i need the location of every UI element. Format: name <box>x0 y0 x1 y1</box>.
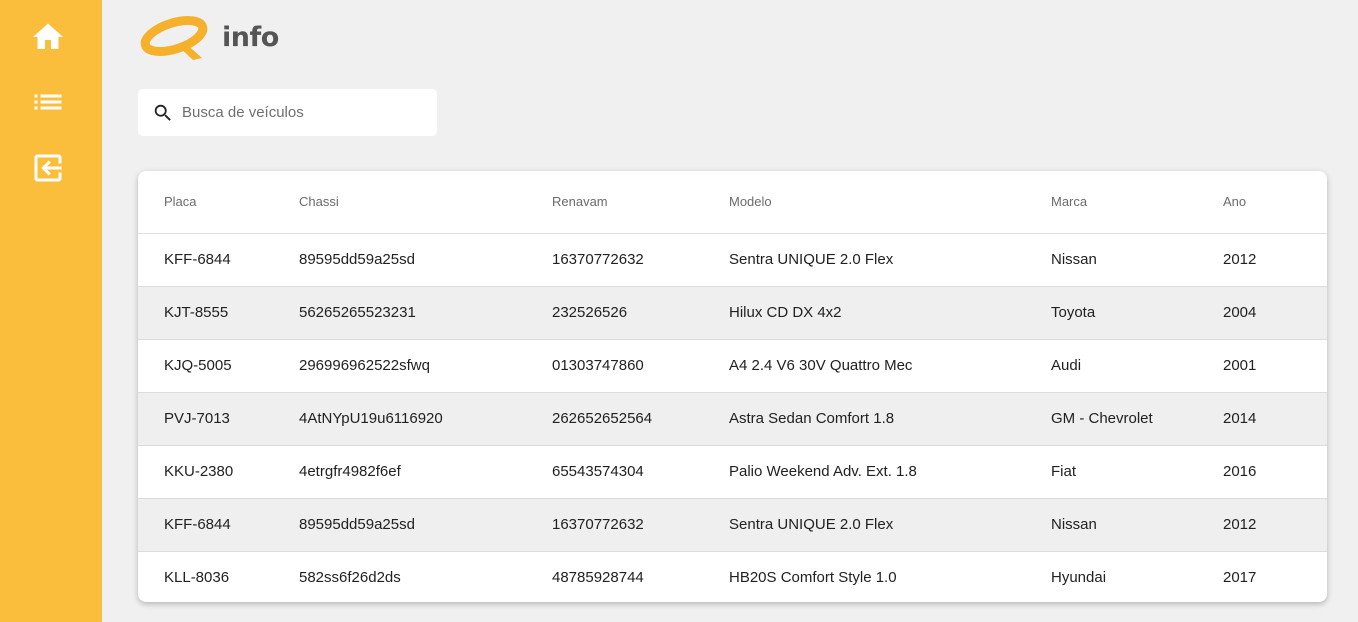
table-row[interactable]: KFF-6844 89595dd59a25sd 16370772632 Sent… <box>138 233 1327 287</box>
logout-button[interactable] <box>28 148 68 188</box>
cell-renavam: 232526526 <box>526 286 703 340</box>
table-row[interactable]: KFF-6844 89595dd59a25sd 16370772632 Sent… <box>138 498 1327 552</box>
cell-modelo: Palio Weekend Adv. Ext. 1.8 <box>703 445 1025 499</box>
cell-marca: Toyota <box>1025 286 1197 340</box>
header-renavam[interactable]: Renavam <box>526 171 703 234</box>
table-header-row: Placa Chassi Renavam Modelo Marca Ano <box>138 171 1327 234</box>
table-row[interactable]: KLL-8036 582ss6f26d2ds 48785928744 HB20S… <box>138 551 1327 602</box>
list-icon <box>34 94 62 110</box>
cell-marca: Fiat <box>1025 445 1197 499</box>
cell-marca: Hyundai <box>1051 569 1107 587</box>
cell-marca: Audi <box>1025 339 1197 393</box>
cell-renavam: 16370772632 <box>526 233 703 287</box>
cell-ano: 2001 <box>1197 339 1327 393</box>
app-logo: info <box>138 12 279 62</box>
home-button[interactable] <box>28 17 68 57</box>
cell-placa: KFF-6844 <box>138 233 273 287</box>
cell-ano: 2012 <box>1197 233 1327 287</box>
header-marca[interactable]: Marca <box>1025 171 1197 234</box>
cell-renavam: 01303747860 <box>526 339 703 393</box>
cell-chassi: 89595dd59a25sd <box>273 233 526 287</box>
cell-placa: KJQ-5005 <box>138 339 273 393</box>
cell-renavam: 48785928744 <box>552 569 644 587</box>
cell-placa: KFF-6844 <box>138 498 273 552</box>
vehicle-table: Placa Chassi Renavam Modelo Marca Ano KF… <box>138 171 1327 602</box>
logo-text: info <box>222 21 279 53</box>
cell-chassi: 4AtNYpU19u6116920 <box>273 392 526 446</box>
sidebar <box>0 0 102 622</box>
table-row[interactable]: KJT-8555 56265265523231 232526526 Hilux … <box>138 286 1327 340</box>
search-input[interactable] <box>182 104 422 121</box>
table-row[interactable]: KKU-2380 4etrgfr4982f6ef 65543574304 Pal… <box>138 445 1327 499</box>
cell-placa: PVJ-7013 <box>138 392 273 446</box>
cell-marca: Nissan <box>1025 498 1197 552</box>
cell-ano: 2014 <box>1197 392 1327 446</box>
cell-ano: 2012 <box>1197 498 1327 552</box>
cell-modelo: HB20S Comfort Style 1.0 <box>729 569 897 587</box>
cell-ano: 2004 <box>1197 286 1327 340</box>
search-bar[interactable] <box>138 89 437 136</box>
header-modelo[interactable]: Modelo <box>703 171 1025 234</box>
cell-chassi: 4etrgfr4982f6ef <box>273 445 526 499</box>
table-row[interactable]: KJQ-5005 296996962522sfwq 01303747860 A4… <box>138 339 1327 393</box>
cell-chassi: 89595dd59a25sd <box>273 498 526 552</box>
vehicle-table-card: Placa Chassi Renavam Modelo Marca Ano KF… <box>138 171 1327 602</box>
cell-placa: KLL-8036 <box>164 569 230 587</box>
cell-chassi: 296996962522sfwq <box>273 339 526 393</box>
header-ano[interactable]: Ano <box>1197 171 1327 234</box>
search-icon <box>154 104 171 121</box>
cell-chassi: 582ss6f26d2ds <box>299 569 401 587</box>
cell-ano: 2017 <box>1223 569 1257 587</box>
list-button[interactable] <box>28 82 68 122</box>
cell-modelo: A4 2.4 V6 30V Quattro Mec <box>703 339 1025 393</box>
header-chassi[interactable]: Chassi <box>273 171 526 234</box>
cell-modelo: Hilux CD DX 4x2 <box>703 286 1025 340</box>
logo-mark-icon <box>140 16 208 60</box>
cell-marca: Nissan <box>1025 233 1197 287</box>
cell-marca: GM - Chevrolet <box>1025 392 1197 446</box>
cell-renavam: 16370772632 <box>526 498 703 552</box>
cell-renavam: 262652652564 <box>526 392 703 446</box>
cell-placa: KKU-2380 <box>138 445 273 499</box>
cell-modelo: Sentra UNIQUE 2.0 Flex <box>703 233 1025 287</box>
cell-modelo: Sentra UNIQUE 2.0 Flex <box>703 498 1025 552</box>
table-body: KFF-6844 89595dd59a25sd 16370772632 Sent… <box>138 233 1327 602</box>
table-row[interactable]: PVJ-7013 4AtNYpU19u6116920 262652652564 … <box>138 392 1327 446</box>
home-icon <box>33 23 63 49</box>
cell-chassi: 56265265523231 <box>273 286 526 340</box>
logout-icon <box>34 154 62 182</box>
cell-modelo: Astra Sedan Comfort 1.8 <box>703 392 1025 446</box>
cell-ano: 2016 <box>1197 445 1327 499</box>
cell-renavam: 65543574304 <box>526 445 703 499</box>
header-placa[interactable]: Placa <box>138 171 273 234</box>
cell-placa: KJT-8555 <box>138 286 273 340</box>
